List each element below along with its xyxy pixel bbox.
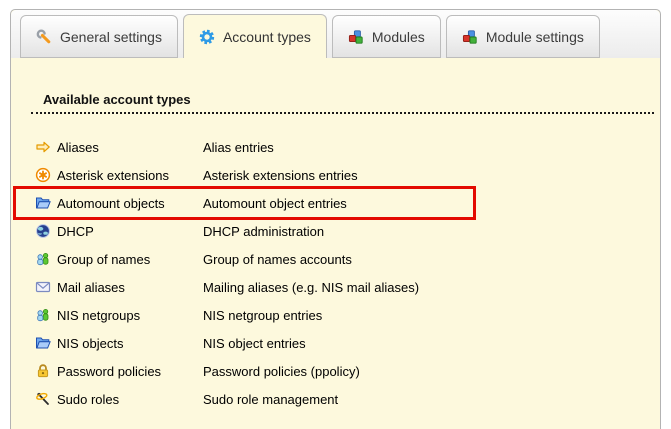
- add-account-type-button[interactable]: [448, 279, 464, 295]
- account-type-description: Asterisk extensions entries: [203, 168, 442, 183]
- tab-label: Account types: [223, 29, 311, 45]
- add-account-type-button[interactable]: [448, 251, 464, 267]
- modules-icon: [462, 29, 478, 45]
- account-type-row: DHCP DHCP administration: [35, 217, 464, 245]
- account-type-list: Aliases Alias entries Asterisk extension…: [35, 133, 464, 413]
- folder-open-icon: [35, 195, 51, 211]
- account-type-row: Asterisk extensions Asterisk extensions …: [35, 161, 464, 189]
- account-type-row: Group of names Group of names accounts: [35, 245, 464, 273]
- account-type-label: Asterisk extensions: [57, 168, 197, 183]
- account-type-row: Automount objects Automount object entri…: [35, 189, 464, 217]
- globe-icon: [35, 223, 51, 239]
- add-account-type-button[interactable]: [448, 363, 464, 379]
- asterisk-circle-icon: [35, 167, 51, 183]
- account-type-label: NIS objects: [57, 336, 197, 351]
- wrench-icon: [36, 29, 52, 45]
- add-account-type-button[interactable]: [448, 223, 464, 239]
- folder-open-icon: [35, 335, 51, 351]
- account-type-row: Password policies Password policies (ppo…: [35, 357, 464, 385]
- add-account-type-button[interactable]: [448, 167, 464, 183]
- tab-account-types[interactable]: Account types: [183, 14, 327, 58]
- account-type-description: Alias entries: [203, 140, 442, 155]
- tab-general-settings[interactable]: General settings: [20, 15, 178, 58]
- account-type-label: DHCP: [57, 224, 197, 239]
- tab-label: Modules: [372, 29, 425, 45]
- account-type-label: Mail aliases: [57, 280, 197, 295]
- wand-icon: [35, 391, 51, 407]
- account-type-label: Group of names: [57, 252, 197, 267]
- group-icon: [35, 251, 51, 267]
- add-account-type-button[interactable]: [448, 391, 464, 407]
- account-type-label: Aliases: [57, 140, 197, 155]
- account-type-label: NIS netgroups: [57, 308, 197, 323]
- tab-modules[interactable]: Modules: [332, 15, 441, 58]
- account-type-label: Password policies: [57, 364, 197, 379]
- account-type-label: Automount objects: [57, 196, 197, 211]
- tab-bar: General settings Account types Modules M…: [11, 10, 660, 58]
- tab-label: Module settings: [486, 29, 584, 45]
- account-type-description: Automount object entries: [203, 196, 442, 211]
- add-account-type-button[interactable]: [448, 195, 464, 211]
- account-type-description: Sudo role management: [203, 392, 442, 407]
- account-type-row: NIS netgroups NIS netgroup entries: [35, 301, 464, 329]
- account-type-row: Mail aliases Mailing aliases (e.g. NIS m…: [35, 273, 464, 301]
- gear-icon: [199, 29, 215, 45]
- mail-icon: [35, 279, 51, 295]
- account-type-row: NIS objects NIS object entries: [35, 329, 464, 357]
- arrow-right-icon: [35, 139, 51, 155]
- account-types-panel: Available account types Aliases Alias en…: [11, 58, 660, 413]
- add-account-type-button[interactable]: [448, 307, 464, 323]
- add-account-type-button[interactable]: [448, 139, 464, 155]
- add-account-type-button[interactable]: [448, 335, 464, 351]
- account-type-row: Sudo roles Sudo role management: [35, 385, 464, 413]
- panel-heading: Available account types: [31, 92, 654, 114]
- account-type-description: NIS netgroup entries: [203, 308, 442, 323]
- account-type-description: Password policies (ppolicy): [203, 364, 442, 379]
- configuration-widget: General settings Account types Modules M…: [10, 9, 661, 429]
- account-type-description: DHCP administration: [203, 224, 442, 239]
- tab-module-settings[interactable]: Module settings: [446, 15, 600, 58]
- tab-label: General settings: [60, 29, 162, 45]
- account-type-description: Group of names accounts: [203, 252, 442, 267]
- account-type-description: Mailing aliases (e.g. NIS mail aliases): [203, 280, 442, 295]
- account-type-description: NIS object entries: [203, 336, 442, 351]
- account-type-row: Aliases Alias entries: [35, 133, 464, 161]
- lock-icon: [35, 363, 51, 379]
- modules-icon: [348, 29, 364, 45]
- group-icon: [35, 307, 51, 323]
- account-type-label: Sudo roles: [57, 392, 197, 407]
